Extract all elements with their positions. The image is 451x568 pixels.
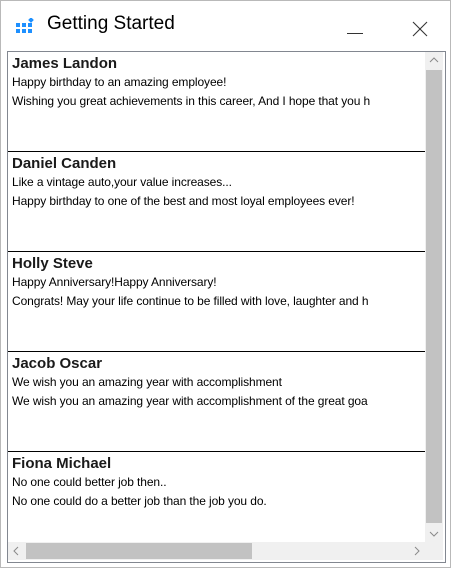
item-name: Holly Steve (12, 255, 93, 272)
horizontal-scroll-thumb[interactable] (26, 543, 252, 559)
app-grid-icon (16, 17, 35, 35)
item-name: Fiona Michael (12, 455, 112, 472)
item-line-2: We wish you an amazing year with accompl… (12, 394, 368, 408)
item-line-2: Wishing you great achievements in this c… (12, 94, 371, 108)
scrollbar-corner (425, 542, 443, 560)
item-line-1: We wish you an amazing year with accompl… (12, 375, 282, 389)
chevron-right-icon (414, 546, 420, 556)
item-name: Daniel Canden (12, 155, 117, 172)
item-line-2: Congrats! May your life continue to be f… (12, 294, 369, 308)
scroll-up-button[interactable] (425, 52, 443, 69)
window-title: Getting Started (47, 13, 175, 34)
horizontal-scrollbar[interactable] (8, 542, 425, 560)
scroll-left-button[interactable] (8, 542, 25, 560)
list-viewport: James Landon Happy birthday to an amazin… (8, 52, 425, 542)
scroll-down-button[interactable] (425, 525, 443, 542)
close-button[interactable] (398, 9, 442, 45)
list-item[interactable]: Daniel Canden Like a vintage auto,your v… (8, 152, 425, 252)
title-bar[interactable]: Getting Started (1, 1, 450, 49)
chevron-up-icon (429, 57, 439, 63)
item-line-1: Happy birthday to an amazing employee! (12, 75, 227, 89)
chevron-left-icon (13, 546, 19, 556)
list-item[interactable]: James Landon Happy birthday to an amazin… (8, 52, 425, 152)
item-line-2: Happy birthday to one of the best and mo… (12, 194, 355, 208)
list-item[interactable]: Holly Steve Happy Anniversary!Happy Anni… (8, 252, 425, 352)
close-icon (412, 21, 428, 37)
item-name: Jacob Oscar (12, 355, 103, 372)
message-list[interactable]: James Landon Happy birthday to an amazin… (7, 51, 446, 563)
scroll-right-button[interactable] (408, 542, 425, 560)
minimize-button[interactable] (333, 9, 377, 45)
item-line-1: No one could better job then.. (12, 475, 167, 489)
chevron-down-icon (429, 531, 439, 537)
getting-started-window: Getting Started James Landon Happy birth… (0, 0, 451, 568)
item-name: James Landon (12, 55, 118, 72)
vertical-scrollbar[interactable] (425, 52, 443, 542)
item-line-1: Like a vintage auto,your value increases… (12, 175, 232, 189)
list-item[interactable]: Fiona Michael No one could better job th… (8, 452, 425, 542)
vertical-scroll-thumb[interactable] (426, 70, 442, 523)
list-item[interactable]: Jacob Oscar We wish you an amazing year … (8, 352, 425, 452)
item-line-2: No one could do a better job than the jo… (12, 494, 267, 508)
minimize-icon (347, 33, 363, 34)
item-line-1: Happy Anniversary!Happy Anniversary! (12, 275, 217, 289)
